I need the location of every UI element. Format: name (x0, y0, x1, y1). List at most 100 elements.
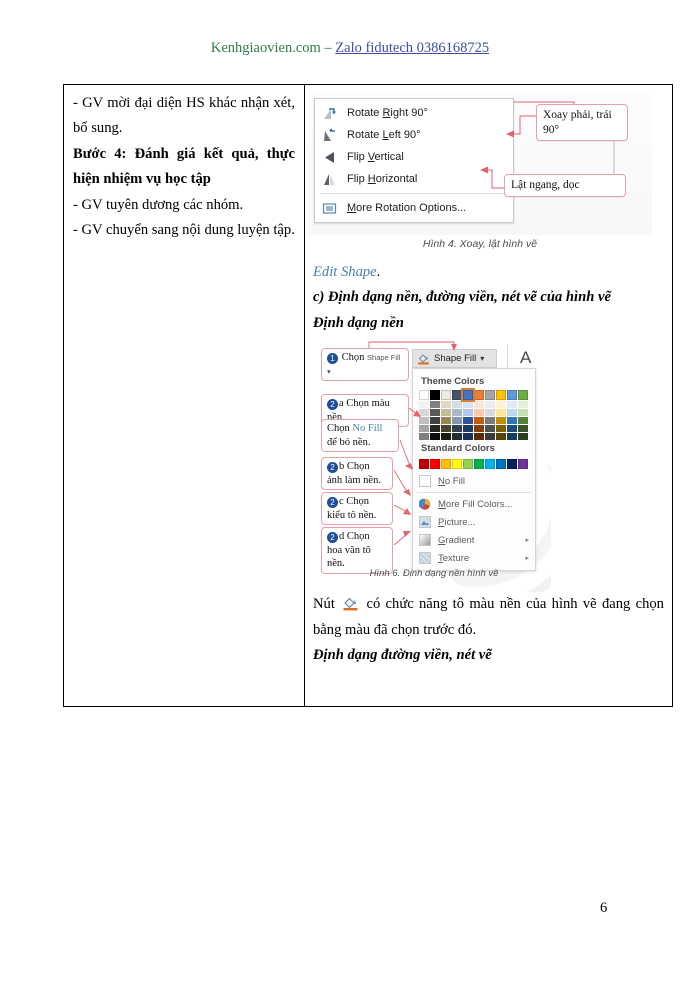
menu-item-flip-horizontal[interactable]: Flip Horizontal (315, 168, 513, 190)
color-swatch[interactable] (463, 401, 473, 409)
color-swatch[interactable] (507, 417, 517, 425)
color-swatch[interactable] (463, 409, 473, 417)
color-swatch[interactable] (452, 401, 462, 409)
color-swatch[interactable] (419, 409, 429, 417)
color-swatch[interactable] (518, 433, 528, 441)
color-swatch[interactable] (496, 390, 506, 401)
color-swatch[interactable] (441, 390, 451, 401)
color-swatch[interactable] (485, 409, 495, 417)
menu-item-rotate-right-90[interactable]: Rotate Right 90° (315, 102, 513, 124)
color-swatch[interactable] (452, 390, 462, 401)
color-swatch[interactable] (474, 401, 484, 409)
rotate-context-menu[interactable]: Rotate Right 90° Rotate Left 90° Flip Ve… (314, 98, 514, 223)
color-swatch[interactable] (507, 409, 517, 417)
color-swatch[interactable] (430, 425, 440, 433)
menu-item-rotate-left-90[interactable]: Rotate Left 90° (315, 124, 513, 146)
color-swatch[interactable] (507, 390, 517, 401)
color-swatch[interactable] (441, 425, 451, 433)
color-swatch[interactable] (474, 409, 484, 417)
shape-fill-dropdown-menu[interactable]: Theme Colors Standard Colors No Fill Mor… (412, 368, 536, 572)
color-swatch[interactable] (463, 417, 473, 425)
color-swatch[interactable] (507, 425, 517, 433)
theme-color-column[interactable] (485, 390, 495, 441)
menu-item-texture[interactable]: Texture ▸ (413, 549, 535, 567)
theme-color-column[interactable] (419, 390, 429, 441)
theme-color-column[interactable] (441, 390, 451, 441)
color-swatch[interactable] (430, 390, 440, 401)
color-swatch[interactable] (474, 425, 484, 433)
color-swatch[interactable] (485, 425, 495, 433)
standard-color-swatch[interactable] (518, 459, 528, 470)
standard-color-swatch[interactable] (430, 459, 440, 470)
color-swatch[interactable] (463, 433, 473, 441)
color-swatch[interactable] (419, 433, 429, 441)
color-swatch[interactable] (441, 409, 451, 417)
color-swatch[interactable] (430, 409, 440, 417)
color-swatch[interactable] (485, 401, 495, 409)
color-swatch[interactable] (518, 417, 528, 425)
color-swatch[interactable] (452, 417, 462, 425)
header-zalo-link[interactable]: Zalo fidutech 0386168725 (335, 40, 489, 56)
standard-colors-row[interactable] (413, 457, 535, 472)
paint-bucket-icon (342, 595, 359, 611)
theme-color-column[interactable] (474, 390, 484, 441)
color-swatch[interactable] (485, 417, 495, 425)
standard-color-swatch[interactable] (463, 459, 473, 470)
theme-color-column[interactable] (518, 390, 528, 441)
left-paragraph-1: - GV mời đại diện HS khác nhận xét, bổ s… (73, 95, 295, 137)
menu-item-more-fill-colors[interactable]: More Fill Colors... (413, 495, 535, 513)
color-swatch[interactable] (419, 417, 429, 425)
theme-color-column[interactable] (461, 388, 475, 441)
color-swatch[interactable] (485, 433, 495, 441)
color-swatch[interactable] (474, 390, 484, 401)
color-swatch[interactable] (452, 433, 462, 441)
chevron-down-icon[interactable]: ▾ (480, 354, 484, 363)
color-swatch[interactable] (496, 417, 506, 425)
color-swatch[interactable] (518, 390, 528, 401)
color-swatch[interactable] (441, 401, 451, 409)
theme-color-column[interactable] (507, 390, 517, 441)
color-swatch[interactable] (485, 390, 495, 401)
standard-color-swatch[interactable] (496, 459, 506, 470)
menu-item-more-rotation-options[interactable]: More Rotation Options... (315, 197, 513, 219)
standard-color-swatch[interactable] (441, 459, 451, 470)
color-swatch[interactable] (518, 401, 528, 409)
menu-item-picture[interactable]: Picture... (413, 513, 535, 531)
theme-color-column[interactable] (496, 390, 506, 441)
color-swatch[interactable] (419, 425, 429, 433)
color-swatch[interactable] (461, 388, 475, 403)
menu-item-gradient[interactable]: Gradient ▸ (413, 531, 535, 549)
standard-color-swatch[interactable] (507, 459, 517, 470)
standard-color-swatch[interactable] (419, 459, 429, 470)
color-swatch[interactable] (430, 401, 440, 409)
color-swatch[interactable] (441, 417, 451, 425)
color-swatch[interactable] (419, 401, 429, 409)
color-swatch[interactable] (496, 433, 506, 441)
color-swatch[interactable] (419, 390, 429, 401)
color-swatch[interactable] (452, 409, 462, 417)
standard-color-swatch[interactable] (485, 459, 495, 470)
edit-shape-link[interactable]: Edit Shape (313, 264, 377, 280)
theme-colors-grid[interactable] (413, 388, 535, 441)
color-swatch[interactable] (430, 433, 440, 441)
color-swatch[interactable] (507, 433, 517, 441)
color-swatch[interactable] (507, 401, 517, 409)
color-swatch[interactable] (474, 433, 484, 441)
shape-fill-button[interactable]: Shape Fill ▾ (412, 349, 497, 369)
standard-color-swatch[interactable] (474, 459, 484, 470)
menu-item-no-fill[interactable]: No Fill (413, 472, 535, 490)
theme-color-column[interactable] (452, 390, 462, 441)
menu-item-flip-vertical[interactable]: Flip Vertical (315, 146, 513, 168)
color-swatch[interactable] (452, 425, 462, 433)
color-swatch[interactable] (518, 409, 528, 417)
color-swatch[interactable] (518, 425, 528, 433)
color-swatch[interactable] (463, 425, 473, 433)
theme-color-column[interactable] (430, 390, 440, 441)
color-swatch[interactable] (496, 401, 506, 409)
color-swatch[interactable] (474, 417, 484, 425)
color-swatch[interactable] (430, 417, 440, 425)
color-swatch[interactable] (441, 433, 451, 441)
color-swatch[interactable] (496, 409, 506, 417)
color-swatch[interactable] (496, 425, 506, 433)
standard-color-swatch[interactable] (452, 459, 462, 470)
